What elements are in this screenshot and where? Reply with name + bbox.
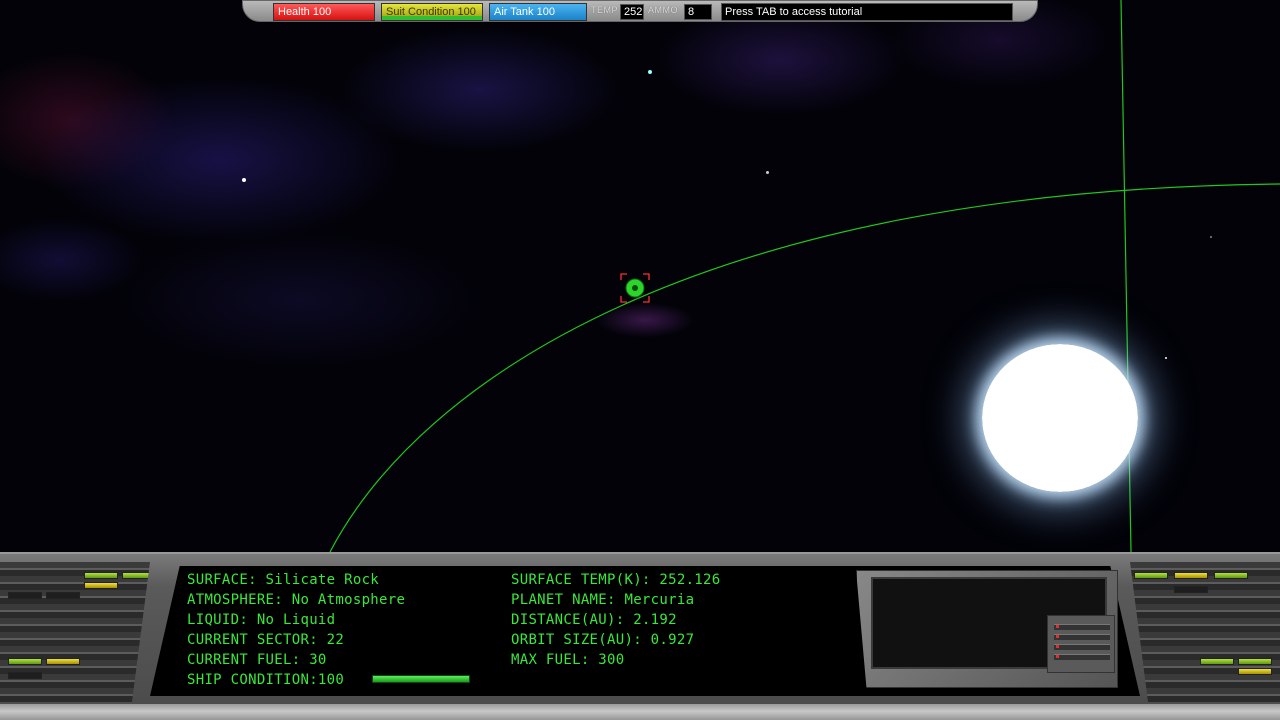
sun[interactable] — [982, 344, 1138, 492]
ammo-label: AMMO — [648, 5, 678, 15]
planet-name-readout: PLANET NAME: Mercuria — [511, 592, 695, 608]
ship-console: SURFACE: Silicate Rock ATMOSPHERE: No At… — [0, 552, 1280, 720]
health-label: Health 100 — [278, 6, 332, 18]
ammo-value: 8 — [684, 4, 712, 20]
temp-label: TEMP — [591, 5, 619, 15]
atmosphere-readout: ATMOSPHERE: No Atmosphere — [187, 592, 406, 608]
target-marker[interactable] — [620, 273, 650, 303]
left-control-panel — [0, 562, 150, 702]
console-rim — [0, 704, 1280, 720]
surface-temp-readout: SURFACE TEMP(K): 252.126 — [511, 572, 721, 588]
orbit-path — [329, 183, 1280, 552]
current-sector-readout: CURRENT SECTOR: 22 — [187, 632, 345, 648]
console-monitor — [856, 570, 1118, 688]
suit-condition-bar: Suit Condition 100 — [381, 3, 483, 21]
orbit-size-readout: ORBIT SIZE(AU): 0.927 — [511, 632, 695, 648]
surface-readout: SURFACE: Silicate Rock — [187, 572, 380, 588]
temp-value: 252 — [620, 4, 644, 20]
max-fuel-readout: MAX FUEL: 300 — [511, 652, 625, 668]
ship-condition-bar — [372, 675, 470, 683]
space-viewport[interactable] — [0, 0, 1280, 552]
ship-condition-readout: SHIP CONDITION:100 — [187, 672, 345, 688]
health-bar: Health 100 — [273, 3, 375, 21]
distance-readout: DISTANCE(AU): 2.192 — [511, 612, 677, 628]
suit-condition-fill — [382, 16, 482, 20]
air-tank-label: Air Tank 100 — [494, 6, 555, 18]
air-tank-bar: Air Tank 100 — [489, 3, 587, 21]
message-box: Press TAB to access tutorial — [721, 3, 1013, 21]
grid-line-vertical — [1120, 0, 1132, 552]
monitor-button-panel — [1047, 615, 1115, 673]
right-control-panel — [1130, 562, 1280, 702]
current-fuel-readout: CURRENT FUEL: 30 — [187, 652, 327, 668]
status-hud: Health 100 Suit Condition 100 Air Tank 1… — [242, 0, 1038, 22]
liquid-readout: LIQUID: No Liquid — [187, 612, 336, 628]
